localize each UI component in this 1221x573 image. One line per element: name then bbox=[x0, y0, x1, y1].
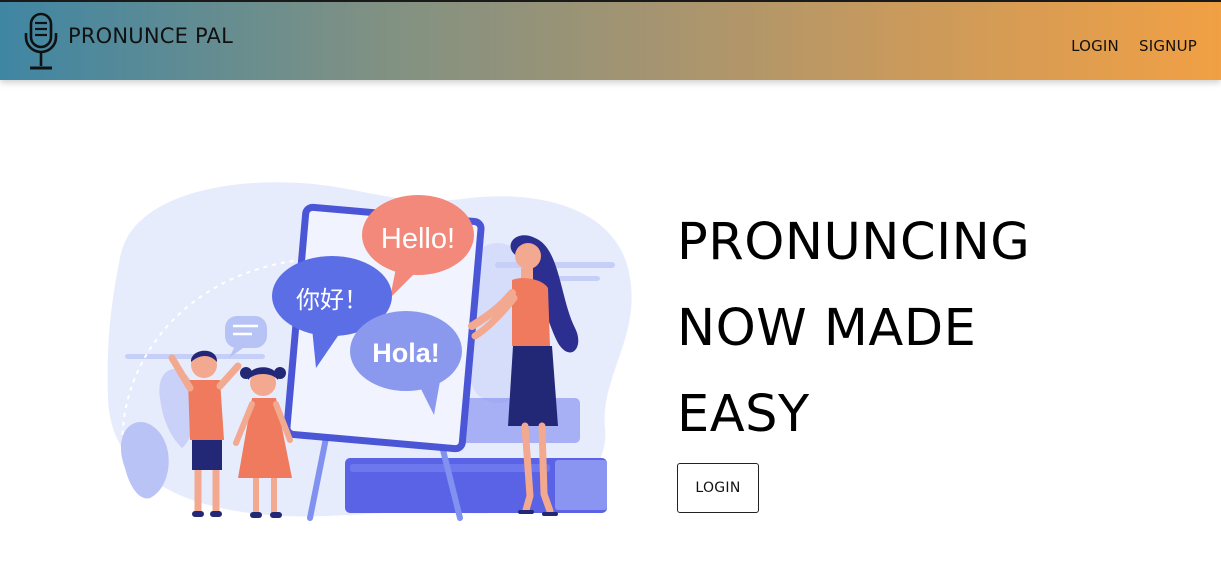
hero-headline: PRONUNCING NOW MADE EASY bbox=[677, 200, 1177, 458]
brand-name: PRONUNCE PAL bbox=[68, 24, 233, 48]
headline-line-1: PRONUNCING bbox=[677, 213, 1031, 272]
nav-links: LOGIN SIGNUP bbox=[1051, 37, 1197, 55]
small-bubble bbox=[225, 316, 267, 348]
teacher-skirt bbox=[508, 346, 558, 426]
headline-line-2: NOW MADE bbox=[677, 299, 977, 358]
boy-shorts bbox=[192, 440, 222, 470]
navbar: PRONUNCE PAL LOGIN SIGNUP bbox=[0, 0, 1221, 80]
headline-line-3: EASY bbox=[677, 385, 810, 444]
bubble-hola-text: Hola! bbox=[372, 338, 440, 368]
hero-illustration: Hello! 你好！ Hola! bbox=[107, 182, 632, 521]
brand-logo-link[interactable]: PRONUNCE PAL bbox=[22, 12, 233, 74]
teacher-head bbox=[515, 243, 541, 269]
bubble-nihao-text: 你好！ bbox=[296, 286, 368, 314]
hero-login-button[interactable]: LOGIN bbox=[677, 463, 759, 513]
nav-login-link[interactable]: LOGIN bbox=[1071, 37, 1119, 55]
teacher-top bbox=[512, 278, 550, 346]
bubble-hello-text: Hello! bbox=[381, 223, 455, 255]
nav-signup-link[interactable]: SIGNUP bbox=[1139, 37, 1197, 55]
microphone-icon bbox=[24, 12, 58, 70]
